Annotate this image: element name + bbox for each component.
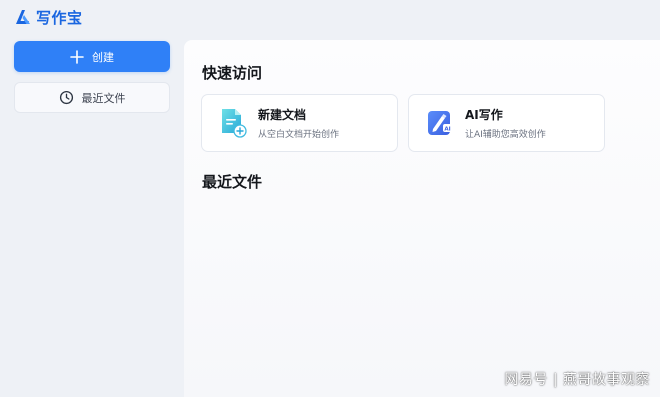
logo-icon [16, 10, 30, 24]
watermark: 网易号 | 燕哥故事观察 [504, 372, 650, 388]
app-logo: 写作宝 [13, 6, 83, 28]
clock-icon [59, 90, 73, 105]
new-document-title: 新建文档 [258, 108, 307, 122]
main-content: 快速访问 新建文档 从空白文档开始创作 AI AI写作 让AI辅助您高效创作 最… [184, 40, 660, 397]
quick-access-title: 快速访问 [202, 64, 263, 82]
recent-files-button[interactable]: 最近文件 [14, 82, 170, 113]
sidebar: 创建 最近文件 [0, 40, 184, 397]
plus-icon [70, 49, 84, 64]
create-button[interactable]: 创建 [14, 41, 170, 72]
ai-writing-icon: AI [428, 111, 452, 135]
create-button-label: 创建 [92, 50, 114, 64]
recent-files-title: 最近文件 [202, 173, 263, 191]
ai-writing-subtitle: 让AI辅助您高效创作 [465, 130, 546, 140]
recent-files-button-label: 最近文件 [81, 91, 126, 105]
ai-writing-card[interactable]: AI AI写作 让AI辅助您高效创作 [408, 94, 605, 152]
app-name: 写作宝 [36, 8, 83, 27]
svg-text:AI: AI [444, 126, 450, 132]
ai-writing-title: AI写作 [465, 108, 503, 122]
new-document-icon [222, 109, 247, 138]
new-document-card[interactable]: 新建文档 从空白文档开始创作 [201, 94, 398, 152]
new-document-subtitle: 从空白文档开始创作 [258, 130, 340, 140]
